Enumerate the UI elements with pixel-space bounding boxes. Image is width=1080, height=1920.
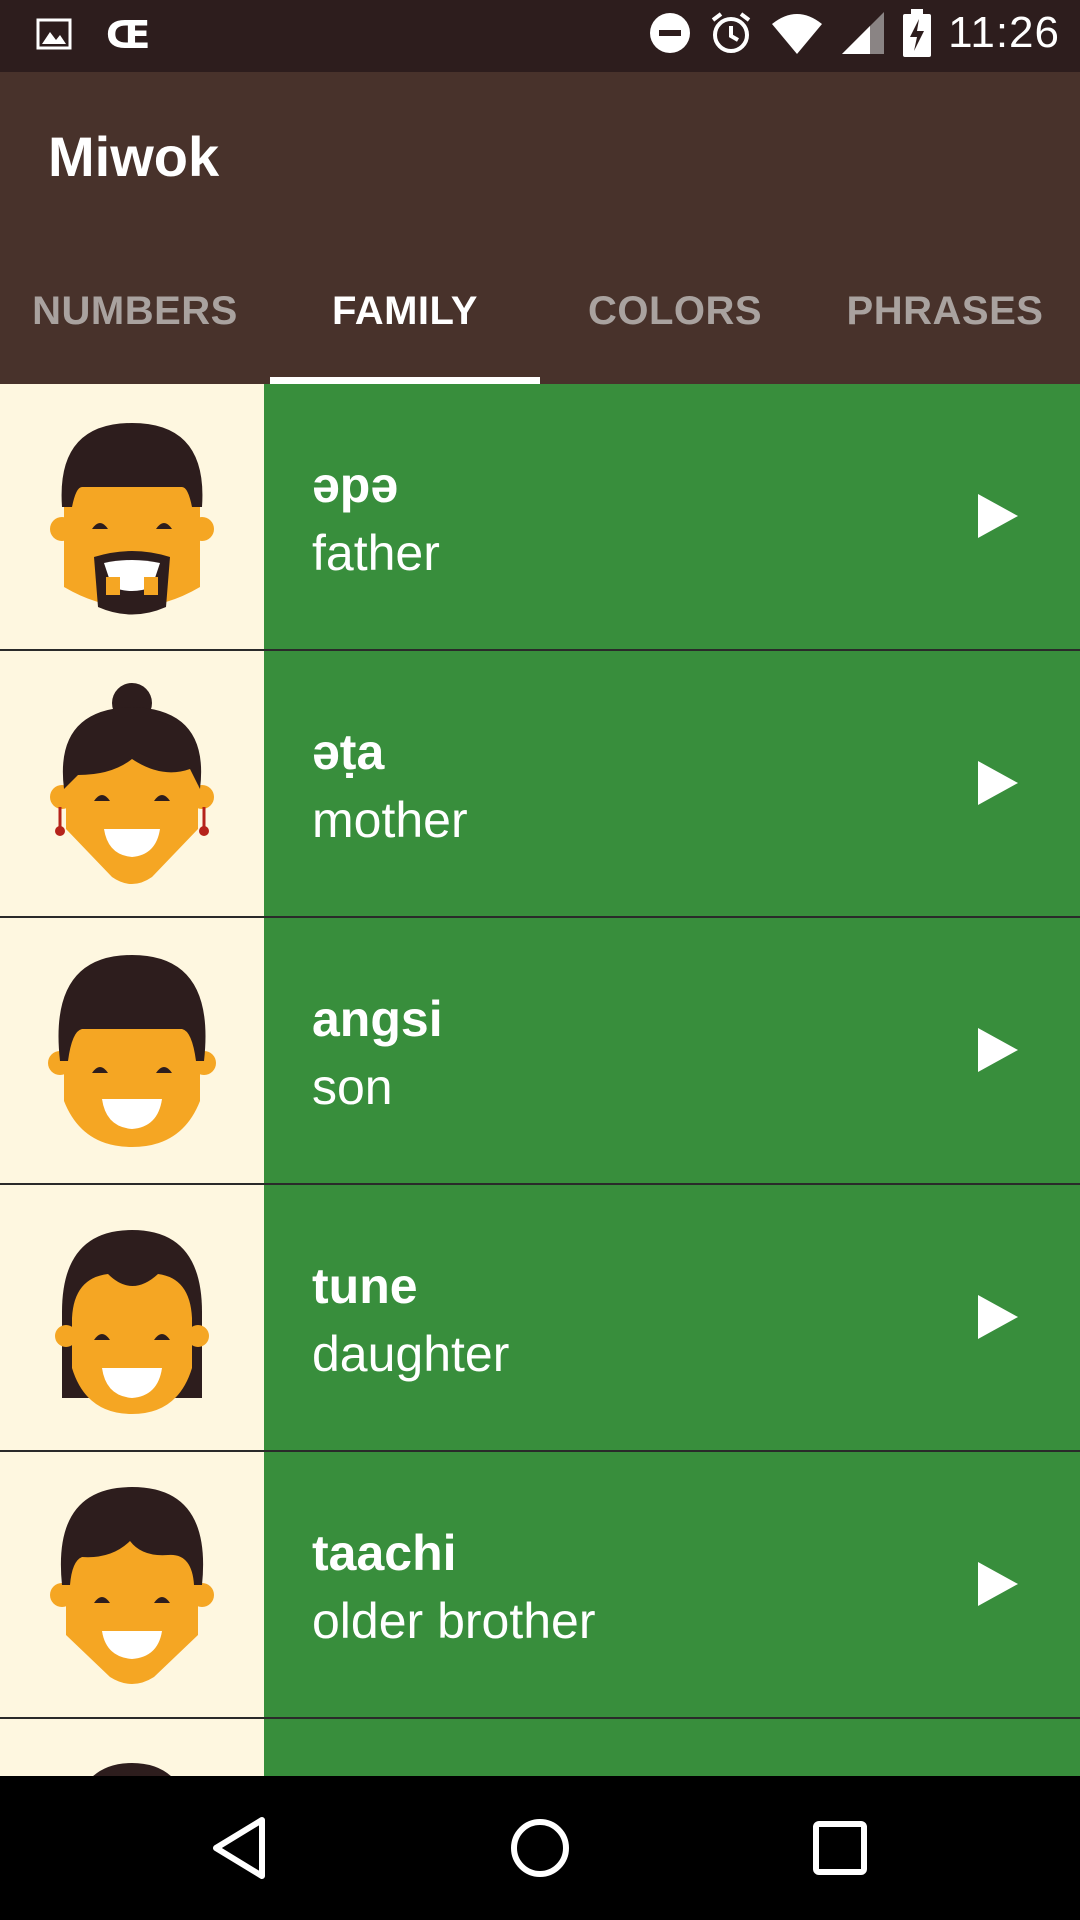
tab-label: PHRASES <box>846 288 1044 333</box>
play-icon[interactable] <box>976 1026 1020 1074</box>
recents-icon[interactable] <box>804 1812 876 1884</box>
text-cell: taachi older brother <box>264 1452 1080 1717</box>
app-bar: Miwok NUMBERS FAMILY COLORS PHRASES <box>0 72 1080 384</box>
text-cell: angsi son <box>264 918 1080 1183</box>
tab-phrases[interactable]: PHRASES <box>810 238 1080 384</box>
default-word: son <box>312 1059 393 1115</box>
image-cell <box>0 384 264 649</box>
text-cell <box>264 1719 1080 1776</box>
tab-label: COLORS <box>587 288 763 333</box>
miwok-word: tune <box>312 1258 418 1314</box>
tab-indicator <box>270 377 540 384</box>
list-item[interactable] <box>0 1719 1080 1776</box>
back-icon[interactable] <box>204 1812 276 1884</box>
play-icon[interactable] <box>976 1560 1020 1608</box>
list-item[interactable]: əpə father <box>0 384 1080 651</box>
status-bar: Œ 11:26 <box>0 0 1080 72</box>
tab-bar: NUMBERS FAMILY COLORS PHRASES <box>0 238 1080 384</box>
default-word: daughter <box>312 1326 510 1382</box>
family-member-icon <box>93 1763 171 1776</box>
miwok-word: angsi <box>312 991 443 1047</box>
older-brother-icon <box>50 1486 214 1684</box>
tab-family[interactable]: FAMILY <box>270 238 540 384</box>
image-cell <box>0 1719 264 1776</box>
status-time: 11:26 <box>948 8 1060 57</box>
word-list: əpə father əṭa mother angsi son tune dau… <box>0 384 1080 1776</box>
image-cell <box>0 1185 264 1450</box>
list-item[interactable]: angsi son <box>0 918 1080 1185</box>
navigation-bar <box>0 1776 1080 1920</box>
cc-icon: Œ <box>106 14 150 54</box>
home-icon[interactable] <box>504 1812 576 1884</box>
battery-charging-icon <box>903 9 932 57</box>
text-cell: əpə father <box>264 384 1080 649</box>
alarm-icon <box>711 12 751 53</box>
tab-colors[interactable]: COLORS <box>540 238 810 384</box>
default-word: mother <box>312 792 468 848</box>
list-item[interactable]: əṭa mother <box>0 651 1080 918</box>
default-word: older brother <box>312 1593 596 1649</box>
miwok-word: əṭa <box>312 724 385 780</box>
miwok-word: əpə <box>312 457 399 513</box>
play-icon[interactable] <box>976 492 1020 540</box>
son-icon <box>48 954 216 1147</box>
default-word: father <box>312 525 440 581</box>
do-not-disturb-icon <box>650 13 691 53</box>
app-title: Miwok <box>48 125 220 188</box>
play-icon[interactable] <box>976 1293 1020 1341</box>
play-icon[interactable] <box>976 759 1020 807</box>
image-icon <box>36 18 72 50</box>
list-item[interactable]: taachi older brother <box>0 1452 1080 1719</box>
image-cell <box>0 1452 264 1717</box>
wifi-icon <box>772 14 823 54</box>
miwok-word: taachi <box>312 1525 457 1581</box>
image-cell <box>0 651 264 916</box>
screen: Œ 11:26 Miwok NUMBERS FAMILY COLORS PHRA… <box>0 0 1080 1920</box>
image-cell <box>0 918 264 1183</box>
tab-label: FAMILY <box>332 288 478 333</box>
tab-numbers[interactable]: NUMBERS <box>0 238 270 384</box>
tab-label: NUMBERS <box>32 288 238 333</box>
mother-icon <box>50 682 214 884</box>
daughter-icon <box>55 1229 209 1414</box>
list-item[interactable]: tune daughter <box>0 1185 1080 1452</box>
svg-text:Œ: Œ <box>106 14 150 54</box>
text-cell: əṭa mother <box>264 651 1080 916</box>
text-cell: tune daughter <box>264 1185 1080 1450</box>
signal-icon <box>842 12 885 54</box>
father-icon <box>50 422 214 614</box>
